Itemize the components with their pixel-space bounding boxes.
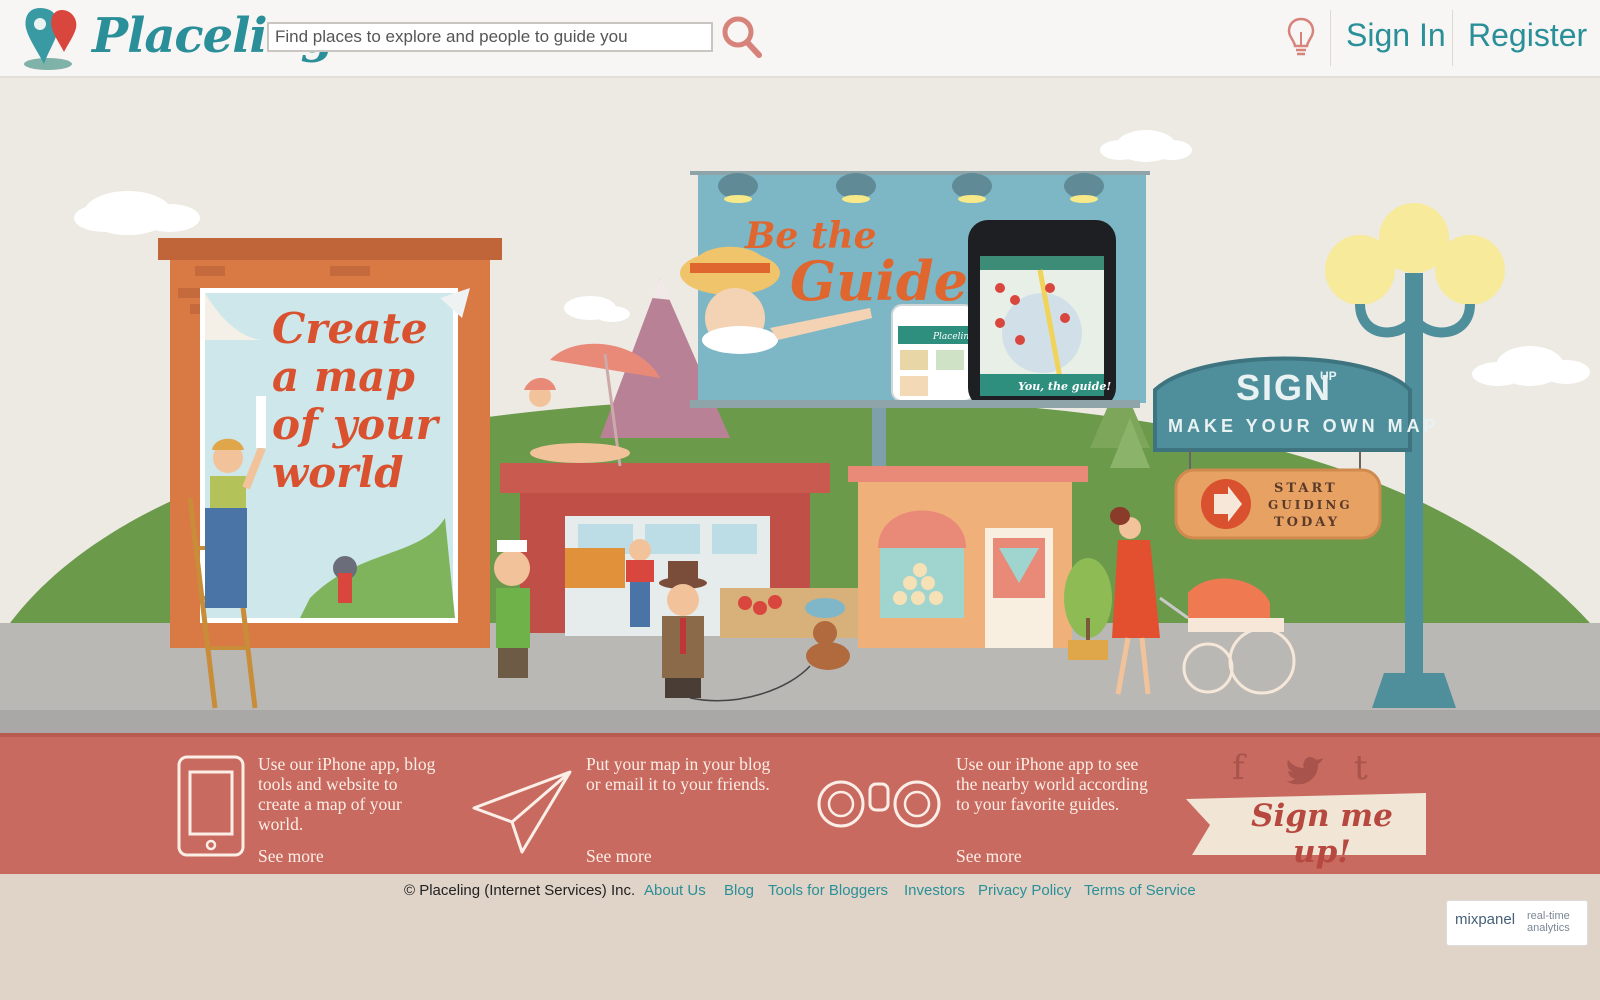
search-input[interactable] [267,22,713,52]
see-more-link[interactable]: See more [956,846,1022,867]
feature-text: Put your map in your blog or email it to … [586,754,771,794]
tumblr-icon[interactable]: t [1354,748,1368,788]
footer-link-tools[interactable]: Tools for Bloggers [768,882,888,899]
bakery-shop [848,466,1088,648]
hanging-sign-line: START [1274,481,1338,496]
paint-roller-icon [256,396,266,448]
mixpanel-badge[interactable]: mixpanel real-time analytics [1446,900,1588,946]
search-icon[interactable] [720,14,764,60]
potted-tree [1064,558,1112,660]
twitter-icon[interactable] [1285,754,1325,786]
iphone-icon [177,755,245,857]
sign-subtitle: MAKE YOUR OWN MAP [1168,416,1440,436]
placeling-logo[interactable]: Placeling [18,2,334,72]
site-header: Placeling Sign In Register [0,0,1600,78]
sign-title: SIGN [1236,367,1332,408]
hero-illustration: Create a map of your world Be the Guide … [0,78,1600,733]
mixpanel-name: mixpanel [1455,911,1516,928]
map-pin-logo-icon [24,8,77,70]
footer-link-blog[interactable]: Blog [724,882,754,899]
feature-text: Use our iPhone app to see the nearby worl… [956,754,1148,814]
see-more-link[interactable]: See more [258,846,324,867]
feature-text: Use our iPhone app, blog tools and websit… [258,754,436,834]
grocer-figure [494,540,530,678]
register-link[interactable]: Register [1468,17,1587,54]
copyright-text: © Placeling (Internet Services) Inc. [404,882,636,899]
poster-line: world [272,448,404,497]
billboard-line: Guide [790,249,968,313]
footer-link-privacy[interactable]: Privacy Policy [978,882,1071,899]
sign-me-up-button[interactable]: Sign me up! [1222,798,1422,870]
see-more-link[interactable]: See more [586,846,652,867]
mixpanel-sub: real-time analytics [1527,910,1570,934]
shopper-figure [626,539,654,627]
poster-line: Create [272,304,428,353]
header-divider [1452,10,1453,66]
lightbulb-icon[interactable] [1286,16,1316,60]
hanging-sign-line: TODAY [1274,515,1340,530]
sign-in-link[interactable]: Sign In [1346,17,1446,54]
hanging-sign-line: GUIDING [1268,498,1353,512]
facebook-icon[interactable]: f [1232,748,1245,788]
poster-line: a map [272,352,415,401]
sign-up-small: UP [1320,369,1337,383]
binoculars-icon [817,780,941,828]
footer-link-investors[interactable]: Investors [904,882,965,899]
header-divider [1330,10,1331,66]
detective-figure [659,561,707,698]
footer-link-about[interactable]: About Us [644,882,706,899]
footer-link-terms[interactable]: Terms of Service [1084,882,1196,899]
phone-caption: You, the guide! [1018,380,1111,393]
paper-plane-icon [472,770,572,854]
poster-line: of your [272,400,441,449]
